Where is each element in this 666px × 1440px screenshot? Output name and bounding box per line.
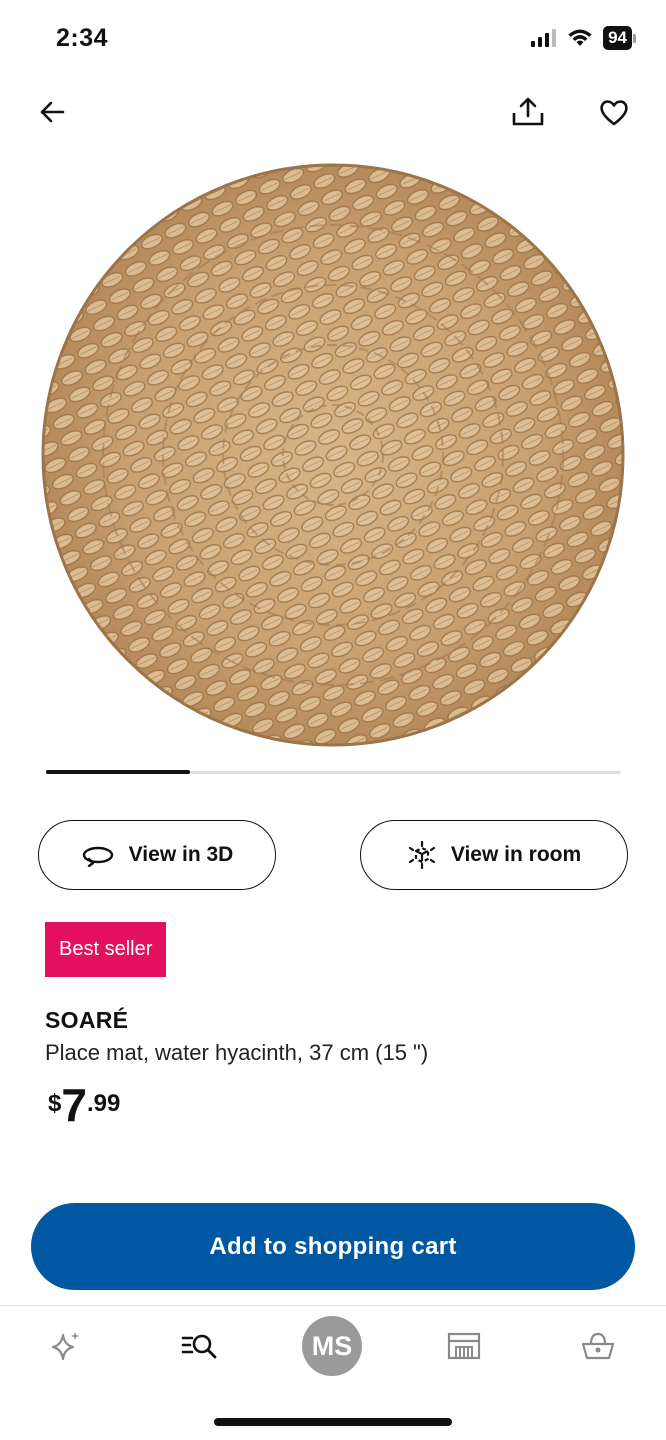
- image-carousel-progress: [46, 770, 621, 774]
- view-in-3d-button[interactable]: View in 3D: [38, 820, 276, 890]
- price-currency: $: [48, 1090, 62, 1117]
- best-seller-badge: Best seller: [45, 922, 167, 977]
- tab-profile-avatar[interactable]: MS: [302, 1316, 362, 1376]
- store-icon: [447, 1332, 481, 1360]
- heart-icon: [600, 100, 628, 126]
- tab-inspiration[interactable]: [36, 1316, 96, 1376]
- ar-cube-icon: [408, 840, 435, 870]
- share-button[interactable]: [504, 88, 552, 136]
- back-button[interactable]: [28, 88, 76, 136]
- price-decimal: .99: [86, 1090, 121, 1117]
- battery-indicator: 94: [603, 26, 636, 50]
- signal-icon: [531, 29, 557, 47]
- rotate-3d-icon: [82, 846, 113, 867]
- tab-store[interactable]: [434, 1316, 494, 1376]
- view-in-room-label: View in room: [450, 843, 582, 866]
- status-icons: 94: [531, 26, 636, 50]
- add-to-cart-button[interactable]: Add to shopping cart: [31, 1203, 635, 1290]
- status-bar: 2:34 94: [0, 0, 666, 80]
- sparkle-icon: [51, 1332, 79, 1361]
- share-icon: [512, 97, 544, 126]
- home-indicator: [214, 1418, 452, 1426]
- product-image[interactable]: [38, 158, 628, 752]
- product-description: Place mat, water hyacinth, 37 cm (15 "): [45, 1040, 429, 1065]
- view-in-3d-label: View in 3D: [128, 843, 234, 866]
- tab-cart[interactable]: [568, 1316, 628, 1376]
- tab-bar: MS: [0, 1306, 666, 1386]
- tab-search[interactable]: [170, 1316, 230, 1376]
- view-in-room-button[interactable]: View in room: [360, 820, 628, 890]
- price-integer: 7: [61, 1079, 87, 1131]
- arrow-left-icon: [40, 101, 65, 123]
- wifi-icon: [568, 29, 592, 46]
- favorite-button[interactable]: [590, 88, 638, 136]
- status-time: 2:34: [56, 24, 109, 52]
- nav-bar: [0, 84, 666, 140]
- basket-icon: [581, 1332, 615, 1360]
- carousel-progress-thumb: [46, 770, 190, 774]
- product-name: SOARÉ: [45, 1007, 129, 1033]
- battery-tip: [633, 33, 636, 43]
- search-list-icon: [181, 1334, 217, 1359]
- battery-level: 94: [603, 26, 632, 50]
- product-price: $ 7 .99: [48, 1080, 120, 1130]
